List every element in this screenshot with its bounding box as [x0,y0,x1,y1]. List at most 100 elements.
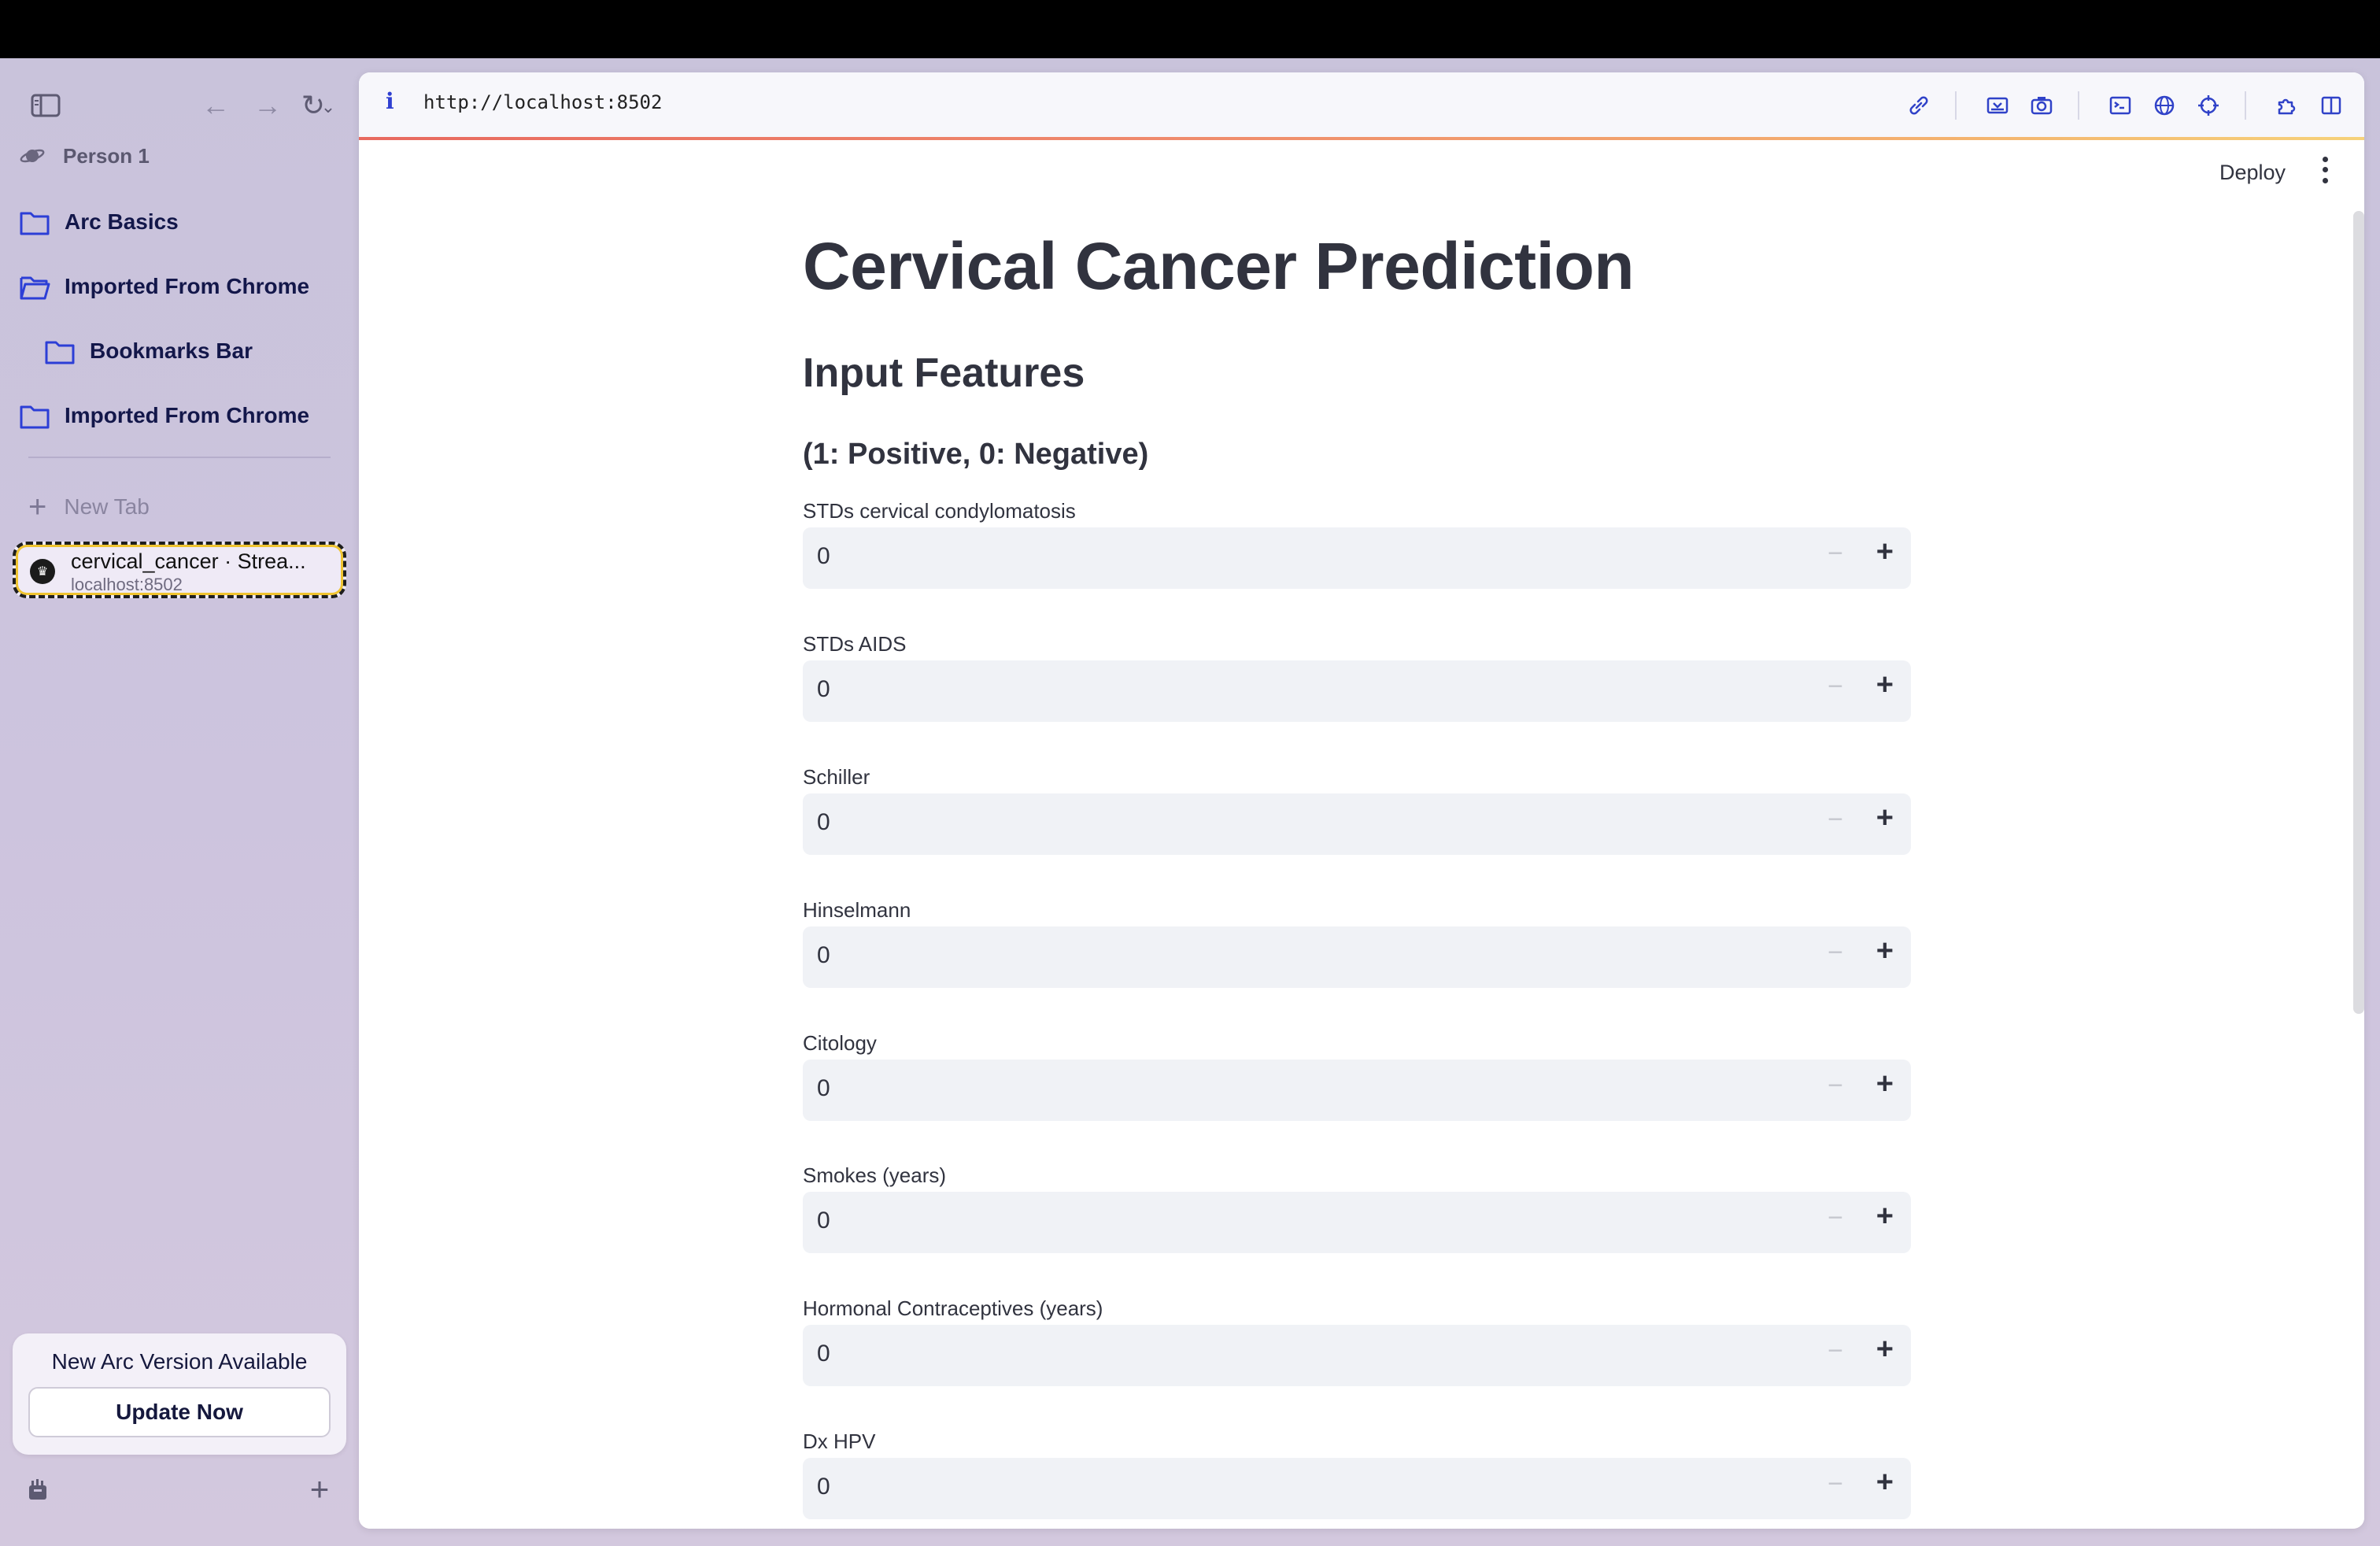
decrement-button[interactable]: − [1828,1336,1843,1367]
input-value[interactable]: 0 [817,1208,830,1234]
sidebar-item-label: Imported From Chrome [65,403,310,427]
url-text[interactable]: http://localhost:8502 [423,91,662,113]
increment-button[interactable]: + [1876,801,1894,835]
number-input[interactable]: 0 − + [803,1060,1911,1121]
input-value[interactable]: 0 [817,676,830,703]
profile-name: Person 1 [63,143,150,168]
sidebar-bottom-bar: + [0,1467,359,1515]
number-input[interactable]: 0 − + [803,660,1911,722]
crosshair-icon[interactable] [2191,88,2226,123]
folder-icon [19,209,50,235]
capture-icon[interactable] [1980,88,2015,123]
sidebar-item-label: Bookmarks Bar [90,338,253,363]
increment-button[interactable]: + [1876,1466,1894,1500]
folder-icon [44,338,76,364]
number-input[interactable]: 0 − + [803,926,1911,988]
input-value[interactable]: 0 [817,543,830,570]
input-value[interactable]: 0 [817,1341,830,1367]
back-arrow-icon[interactable]: ← [194,83,238,128]
input-value[interactable]: 0 [817,1474,830,1500]
decrement-button[interactable]: − [1828,538,1843,569]
update-title: New Arc Version Available [51,1349,308,1374]
info-icon[interactable]: i [386,88,394,114]
decrement-button[interactable]: − [1828,1203,1843,1233]
field-label: Citology [803,1031,877,1055]
number-input[interactable]: 0 − + [803,1192,1911,1253]
field-label: STDs AIDS [803,632,907,656]
decrement-button[interactable]: − [1828,938,1843,968]
increment-button[interactable]: + [1876,1200,1894,1233]
sidebar-top-controls: ← → ↻ ⌄ [0,80,359,131]
toolbar-separator [2245,91,2246,120]
scrollbar[interactable] [2353,211,2364,1014]
archive-icon[interactable] [16,1467,60,1511]
browser-shell: ← → ↻ ⌄ Person 1 Arc Basics Imported Fro… [0,58,2380,1546]
link-icon[interactable] [1901,88,1936,123]
address-bar[interactable]: i http://localhost:8502 [359,72,2364,137]
decrement-button[interactable]: − [1828,1469,1843,1500]
forward-arrow-icon[interactable]: → [246,83,290,128]
increment-button[interactable]: + [1876,934,1894,968]
page-title: Cervical Cancer Prediction [803,229,1635,303]
field-label: STDs cervical condylomatosis [803,499,1076,523]
sidebar-item-bookmarks-bar[interactable]: Bookmarks Bar [44,326,253,376]
field-label: Smokes (years) [803,1163,947,1187]
streamlit-favicon-icon: ♛ [30,559,55,584]
increment-button[interactable]: + [1876,535,1894,569]
sidebar-item-imported-from-chrome[interactable]: Imported From Chrome [19,261,309,312]
field-citology: Citology 0 − + [803,1031,1911,1157]
tab-url: localhost:8502 [71,575,183,594]
terminal-icon[interactable] [2103,88,2138,123]
chevron-down-icon[interactable]: ⌄ [316,85,340,129]
new-tab-button[interactable]: + New Tab [28,483,150,531]
field-hinselmann: Hinselmann 0 − + [803,898,1911,1024]
more-menu-icon[interactable] [2317,154,2333,186]
globe-icon[interactable] [2147,88,2182,123]
decrement-button[interactable]: − [1828,671,1843,702]
number-input[interactable]: 0 − + [803,527,1911,589]
input-value[interactable]: 0 [817,809,830,836]
deploy-button[interactable]: Deploy [2219,161,2286,185]
field-stds-cervical-condylomatosis: STDs cervical condylomatosis 0 − + [803,499,1911,625]
sidebar-item-arc-basics[interactable]: Arc Basics [19,197,179,247]
add-icon[interactable]: + [298,1467,342,1511]
input-value[interactable]: 0 [817,942,830,969]
sidebar-item-label: Imported From Chrome [65,274,310,298]
increment-button[interactable]: + [1876,1333,1894,1367]
plus-icon: + [28,490,47,524]
number-input[interactable]: 0 − + [803,793,1911,855]
field-hormonal-contraceptives-years: Hormonal Contraceptives (years) 0 − + [803,1296,1911,1422]
decrement-button[interactable]: − [1828,804,1843,835]
planet-icon [19,146,47,166]
field-schiller: Schiller 0 − + [803,765,1911,891]
sidebar-item-imported-from-chrome-2[interactable]: Imported From Chrome [19,390,309,441]
split-view-icon[interactable] [2314,88,2349,123]
sidebar-toggle-icon[interactable] [24,83,68,128]
number-input[interactable]: 0 − + [803,1325,1911,1386]
field-label: Hormonal Contraceptives (years) [803,1296,1103,1320]
tab-title: cervical_cancer · Strea... [71,549,306,573]
legend-note: (1: Positive, 0: Negative) [803,438,1149,471]
browser-window: i http://localhost:8502 Deploy Cervical … [359,72,2364,1529]
active-tab[interactable]: ♛ cervical_cancer · Strea... localhost:8… [13,542,346,598]
field-smokes-years: Smokes (years) 0 − + [803,1163,1911,1289]
update-now-button[interactable]: Update Now [28,1387,331,1437]
toolbar-separator [1955,91,1957,120]
streamlit-app: Deploy Cervical Cancer Prediction Input … [359,140,2364,1529]
number-input[interactable]: 0 − + [803,1458,1911,1519]
folder-open-icon [19,273,50,300]
extensions-icon[interactable] [2270,88,2304,123]
field-dx-hpv: Dx HPV 0 − + [803,1429,1911,1529]
field-stds-aids: STDs AIDS 0 − + [803,632,1911,758]
input-value[interactable]: 0 [817,1075,830,1102]
toolbar-separator [2078,91,2079,120]
increment-button[interactable]: + [1876,668,1894,702]
increment-button[interactable]: + [1876,1067,1894,1101]
sidebar-item-label: Arc Basics [65,209,179,234]
field-label: Dx HPV [803,1429,876,1453]
profile-switcher[interactable]: Person 1 [19,131,150,181]
decrement-button[interactable]: − [1828,1071,1843,1101]
sidebar: ← → ↻ ⌄ Person 1 Arc Basics Imported Fro… [0,58,359,1546]
camera-icon[interactable] [2024,88,2059,123]
toolbar [1892,83,2349,128]
